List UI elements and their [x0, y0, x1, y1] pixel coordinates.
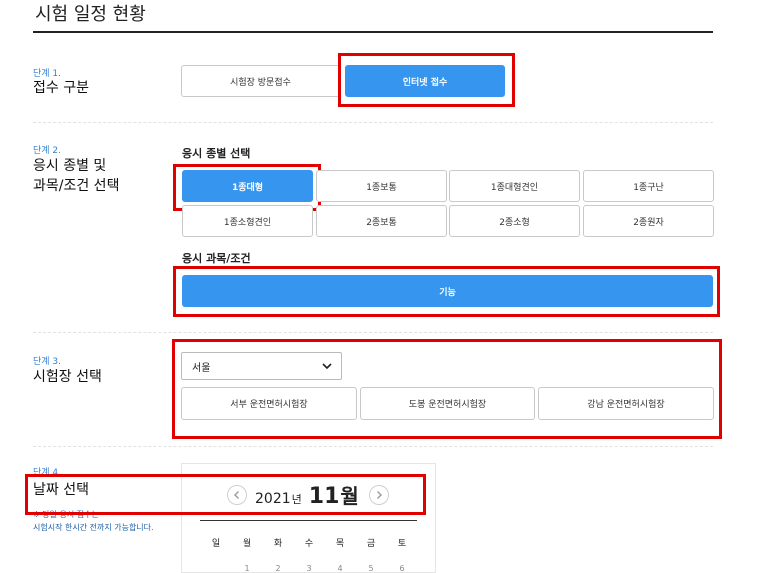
section-divider	[33, 332, 713, 333]
license-type-1-small-trailer-button[interactable]: 1종소형견인	[182, 205, 313, 237]
license-type-2-motorbike-button[interactable]: 2종원자	[583, 205, 714, 237]
step3-number: 단계 3.	[33, 357, 62, 367]
calendar-day[interactable]: 2	[268, 564, 288, 573]
step2-title-line1: 응시 종별 및	[33, 158, 107, 174]
center-dobong-button[interactable]: 도봉 운전면허시험장	[360, 387, 535, 420]
title-divider	[33, 31, 713, 33]
visit-reception-button[interactable]: 시험장 방문접수	[181, 65, 340, 97]
highlight-date-select	[25, 474, 426, 515]
region-select[interactable]: 서울	[181, 352, 342, 380]
step1-title: 접수 구분	[33, 80, 89, 96]
calendar-day[interactable]: 4	[330, 564, 350, 573]
license-type-label: 응시 종별 선택	[182, 147, 251, 160]
step3-title: 시험장 선택	[33, 369, 102, 385]
weekday-mon: 월	[242, 539, 252, 549]
internet-reception-button[interactable]: 인터넷 접수	[345, 65, 505, 97]
center-gangnam-button[interactable]: 강남 운전면허시험장	[538, 387, 714, 420]
calendar-day[interactable]: 1	[237, 564, 257, 573]
calendar-divider	[200, 520, 417, 521]
region-select-value: 서울	[192, 362, 211, 374]
license-type-1-large-trailer-button[interactable]: 1종대형견인	[449, 170, 580, 202]
page-title: 시험 일정 현황	[35, 4, 146, 25]
section-divider	[33, 446, 713, 447]
step2-number: 단계 2.	[33, 146, 62, 156]
license-type-2-small-button[interactable]: 2종소형	[449, 205, 580, 237]
license-type-1-large-button[interactable]: 1종대형	[182, 170, 313, 202]
same-day-note-line2: 시험시작 한시간 전까지 가능합니다.	[33, 523, 154, 532]
center-seobu-button[interactable]: 서부 운전면허시험장	[181, 387, 357, 420]
subject-condition-label: 응시 과목/조건	[182, 252, 251, 265]
weekday-sat: 토	[397, 539, 407, 549]
weekday-fri: 금	[366, 539, 376, 549]
step2-title-line2: 과목/조건 선택	[33, 178, 120, 194]
license-type-2-regular-button[interactable]: 2종보통	[316, 205, 447, 237]
calendar-day[interactable]: 6	[392, 564, 412, 573]
calendar-day[interactable]: 5	[361, 564, 381, 573]
chevron-down-icon	[322, 363, 332, 370]
weekday-wed: 수	[304, 539, 314, 549]
weekday-sun: 일	[211, 539, 221, 549]
calendar-day[interactable]: 3	[299, 564, 319, 573]
license-type-1-wrecker-button[interactable]: 1종구난	[583, 170, 714, 202]
license-type-1-regular-button[interactable]: 1종보통	[316, 170, 447, 202]
section-divider	[33, 122, 713, 123]
weekday-tue: 화	[273, 539, 283, 549]
subject-skill-button[interactable]: 기능	[182, 275, 713, 307]
weekday-thu: 목	[335, 539, 345, 549]
